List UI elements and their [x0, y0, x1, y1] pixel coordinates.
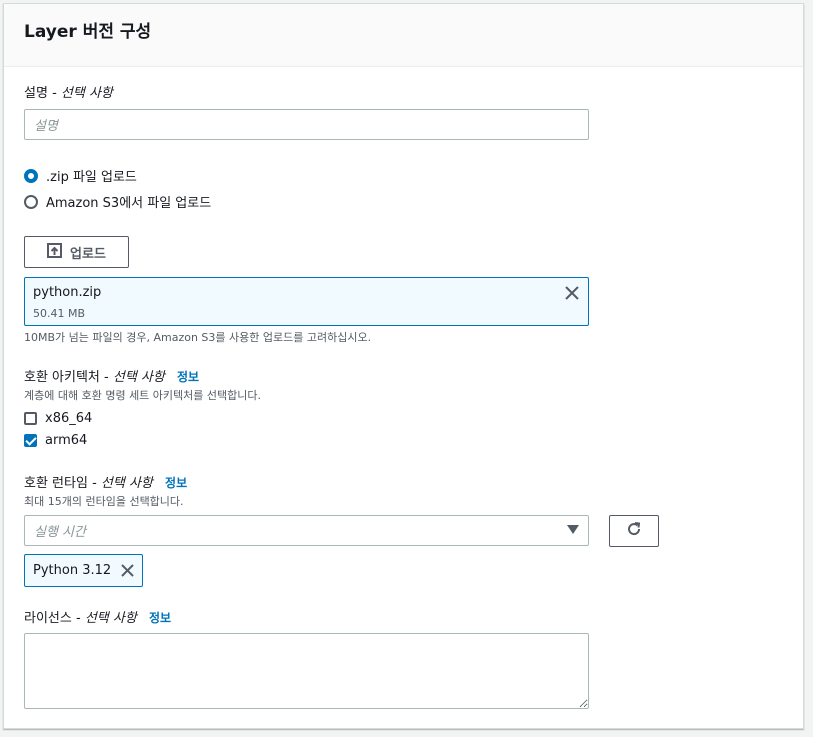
radio-zip-upload-button[interactable] — [24, 168, 38, 183]
license-label: 라이선스 - 선택 사항 정보 — [24, 611, 172, 626]
runtimes-info-link[interactable]: 정보 — [165, 476, 187, 490]
uploaded-file-token: python.zip 50.41 MB — [24, 277, 589, 326]
refresh-runtimes-button[interactable] — [609, 515, 659, 547]
runtime-token: Python 3.12 — [24, 554, 144, 587]
architectures-description: 계층에 대해 호환 명령 세트 아키텍처를 선택합니다. — [24, 389, 261, 402]
radio-zip-upload-label: .zip 파일 업로드 — [46, 170, 137, 185]
panel-header: Layer 버전 구성 — [4, 4, 803, 67]
description-label: 설명 - 선택 사항 — [24, 86, 113, 101]
runtime-select-placeholder: 실행 시간 — [34, 525, 86, 540]
uploaded-file-size: 50.41 MB — [33, 307, 86, 320]
radio-s3-upload[interactable]: Amazon S3에서 파일 업로드 — [24, 192, 211, 211]
description-input[interactable]: 설명 — [24, 109, 589, 140]
close-icon[interactable] — [121, 564, 134, 577]
refresh-icon — [626, 521, 642, 541]
checkbox-x86-64-label: x86_64 — [45, 411, 93, 426]
radio-s3-upload-button[interactable] — [24, 194, 38, 209]
caret-down-icon — [567, 523, 579, 538]
checkbox-arm64-label: arm64 — [45, 433, 88, 448]
close-icon[interactable] — [565, 286, 579, 304]
license-optional: 선택 사항 — [84, 611, 137, 626]
description-label-text: 설명 — [24, 86, 48, 101]
radio-s3-upload-label: Amazon S3에서 파일 업로드 — [46, 196, 212, 211]
runtimes-label-text: 호환 런타임 — [24, 476, 88, 491]
runtimes-description: 최대 15개의 런타임을 선택합니다. — [24, 495, 184, 508]
architectures-label: 호환 아키텍처 - 선택 사항 정보 — [24, 370, 200, 385]
upload-hint: 10MB가 넘는 파일의 경우, Amazon S3를 사용한 업로드를 고려하… — [24, 331, 372, 344]
upload-button[interactable]: 업로드 — [24, 236, 129, 268]
architectures-info-link[interactable]: 정보 — [177, 370, 199, 384]
checkbox-x86-64[interactable]: x86_64 — [24, 411, 92, 426]
upload-icon — [47, 242, 63, 262]
runtimes-optional: 선택 사항 — [100, 476, 153, 491]
description-optional: 선택 사항 — [60, 86, 113, 101]
runtime-token-label: Python 3.12 — [33, 563, 112, 578]
runtimes-label: 호환 런타임 - 선택 사항 정보 — [24, 476, 188, 491]
architectures-label-text: 호환 아키텍처 — [24, 370, 100, 385]
checkbox-arm64[interactable]: arm64 — [24, 433, 87, 448]
upload-button-label: 업로드 — [70, 246, 106, 262]
checkbox-arm64-box[interactable] — [24, 434, 37, 447]
license-label-text: 라이선스 — [24, 611, 72, 626]
uploaded-file-name: python.zip — [33, 285, 102, 300]
layer-version-config-panel: Layer 버전 구성 설명 - 선택 사항 설명 .zip 파일 업로드 Am… — [3, 3, 804, 729]
license-info-link[interactable]: 정보 — [149, 611, 171, 625]
panel-title: Layer 버전 구성 — [24, 22, 152, 42]
runtime-select[interactable]: 실행 시간 — [24, 515, 589, 546]
architectures-optional: 선택 사항 — [112, 370, 165, 385]
radio-zip-upload[interactable]: .zip 파일 업로드 — [24, 166, 137, 185]
description-placeholder: 설명 — [34, 119, 58, 134]
license-textarea[interactable] — [24, 633, 589, 709]
checkbox-x86-64-box[interactable] — [24, 412, 37, 425]
